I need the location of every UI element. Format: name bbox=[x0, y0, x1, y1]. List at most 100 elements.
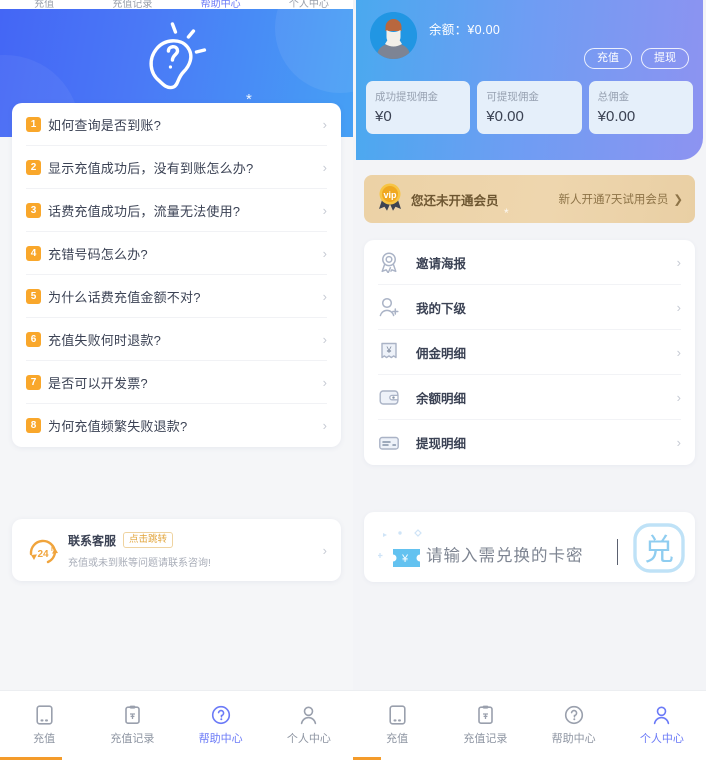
tab-recharge[interactable]: 充值 bbox=[353, 691, 441, 760]
withdraw-card-icon bbox=[378, 432, 404, 454]
chevron-right-icon: › bbox=[676, 344, 681, 360]
card-redeem-input-card[interactable]: ¥ 请输入需兑换的卡密 兑 bbox=[364, 512, 695, 582]
faq-item-3[interactable]: 3 话费充值成功后，流量无法使用? › bbox=[26, 189, 327, 232]
cut-off-top-tabbar: 充值 充值记录 帮助中心 个人中心 bbox=[0, 0, 353, 9]
tab-label: 充值 bbox=[386, 733, 409, 745]
faq-number-badge: 3 bbox=[26, 202, 41, 218]
person-icon bbox=[652, 705, 671, 725]
vip-title: 您还未开通会员 bbox=[411, 193, 499, 208]
contact-service-headline: 联系客服 点击跳转 bbox=[68, 532, 317, 549]
withdraw-button[interactable]: 提现 bbox=[641, 48, 689, 69]
chevron-right-icon: ❯ bbox=[673, 194, 683, 206]
menu-item-my-subordinates[interactable]: 我的下级 › bbox=[378, 285, 681, 330]
chevron-right-icon: › bbox=[676, 254, 681, 270]
contact-service-card[interactable]: 24 h 联系客服 点击跳转 充值或未到账等问题请联系咨询! › bbox=[12, 519, 341, 581]
faq-item-7[interactable]: 7 是否可以开发票? › bbox=[26, 361, 327, 404]
user-center-panel: 余额：¥0.00 充值 提现 成功提现佣金 ¥0 可提现佣金 ¥0.00 总佣金… bbox=[353, 0, 706, 760]
tab-records[interactable]: 充值记录 bbox=[441, 691, 529, 760]
user-hero-info: 余额：¥0.00 充值 提现 bbox=[417, 12, 689, 69]
cut-tab-help[interactable]: 帮助中心 bbox=[177, 0, 265, 9]
cut-tab-records[interactable]: 充值记录 bbox=[88, 0, 176, 9]
tab-recharge[interactable]: 充值 bbox=[0, 691, 88, 760]
faq-list-card: 1 如何查询是否到账? › 2 显示充值成功后，没有到账怎么办? › 3 话费充… bbox=[12, 103, 341, 447]
hero-action-buttons: 充值 提现 bbox=[429, 38, 689, 69]
tab-help-center[interactable]: 帮助中心 bbox=[177, 691, 265, 760]
vip-action[interactable]: 新人开通7天试用会员 ❯ bbox=[558, 191, 683, 207]
faq-number-badge: 8 bbox=[26, 418, 41, 433]
redeem-watermark-icon: 兑 bbox=[631, 520, 687, 581]
menu-item-label: 提现明细 bbox=[416, 437, 467, 451]
faq-question-text: 为何充值频繁失败退款? bbox=[48, 419, 188, 434]
menu-item-commission-detail[interactable]: ¥ 佣金明细 › bbox=[378, 330, 681, 375]
faq-question-text: 话费充值成功后，流量无法使用? bbox=[48, 203, 241, 219]
stat-value: ¥0.00 bbox=[486, 108, 524, 125]
faq-question-text: 如何查询是否到账? bbox=[48, 117, 162, 133]
dual-phone-screenshot: 充值 充值记录 帮助中心 个人中心 * 1 如何查询是否到账? › 2 显示充值… bbox=[0, 0, 706, 760]
chevron-right-icon: › bbox=[322, 245, 327, 261]
stat-total-commission[interactable]: 总佣金 ¥0.00 bbox=[588, 81, 693, 134]
chevron-right-icon: › bbox=[322, 159, 327, 175]
subordinate-user-icon bbox=[378, 296, 404, 318]
stat-available-commission[interactable]: 可提现佣金 ¥0.00 bbox=[477, 81, 582, 134]
faq-number-badge: 1 bbox=[26, 116, 41, 132]
contact-service-badge[interactable]: 点击跳转 bbox=[123, 532, 174, 548]
cut-tab-profile[interactable]: 个人中心 bbox=[265, 0, 353, 9]
contact-service-title: 联系客服 bbox=[68, 533, 117, 548]
faq-question-text: 为什么话费充值金额不对? bbox=[48, 289, 201, 305]
chevron-right-icon: › bbox=[676, 299, 681, 315]
chevron-right-icon: › bbox=[322, 331, 327, 347]
menu-item-balance-detail[interactable]: 余额明细 › bbox=[378, 375, 681, 420]
balance-value: ¥0.00 bbox=[467, 23, 501, 37]
faq-item-1[interactable]: 1 如何查询是否到账? › bbox=[26, 103, 327, 146]
stat-label: 总佣金 bbox=[597, 91, 630, 103]
stat-label: 成功提现佣金 bbox=[375, 91, 438, 103]
faq-question-text: 充值失败何时退款? bbox=[48, 332, 162, 348]
stat-value: ¥0.00 bbox=[597, 108, 636, 125]
stat-label: 可提现佣金 bbox=[486, 91, 539, 103]
text-cursor bbox=[617, 539, 618, 565]
tab-profile[interactable]: 个人中心 bbox=[618, 691, 706, 760]
redeem-watermark-char: 兑 bbox=[644, 534, 674, 567]
tab-records[interactable]: 充值记录 bbox=[88, 691, 176, 760]
svg-text:vip: vip bbox=[383, 190, 397, 200]
vip-upgrade-banner[interactable]: vip 您还未开通会员 新人开通7天试用会员 ❯ * bbox=[364, 175, 695, 223]
stat-value: ¥0 bbox=[375, 108, 392, 125]
menu-item-invite-poster[interactable]: 邀请海报 › bbox=[378, 240, 681, 285]
faq-item-8[interactable]: 8 为何充值频繁失败退款? › bbox=[26, 404, 327, 447]
commission-receipt-icon: ¥ bbox=[378, 341, 404, 363]
tab-label: 个人中心 bbox=[286, 733, 331, 745]
svg-text:¥: ¥ bbox=[385, 345, 392, 355]
svg-text:h: h bbox=[51, 546, 55, 553]
chevron-right-icon: › bbox=[676, 389, 681, 405]
hero-decor-blob-right bbox=[275, 9, 353, 93]
chevron-right-icon: › bbox=[676, 435, 681, 450]
faq-question-text: 是否可以开发票? bbox=[48, 375, 148, 391]
faq-item-4[interactable]: 4 充错号码怎么办? › bbox=[26, 232, 327, 275]
menu-item-withdraw-detail[interactable]: 提现明细 › bbox=[378, 420, 681, 465]
tab-help-center[interactable]: 帮助中心 bbox=[530, 691, 618, 760]
faq-item-5[interactable]: 5 为什么话费充值金额不对? › bbox=[26, 275, 327, 318]
menu-item-label: 邀请海报 bbox=[416, 256, 467, 271]
commission-stats-row: 成功提现佣金 ¥0 可提现佣金 ¥0.00 总佣金 ¥0.00 bbox=[356, 69, 703, 134]
chevron-right-icon: › bbox=[322, 418, 327, 433]
faq-number-badge: 7 bbox=[26, 374, 41, 390]
menu-item-label: 佣金明细 bbox=[416, 346, 467, 361]
help-center-panel: 充值 充值记录 帮助中心 个人中心 * 1 如何查询是否到账? › 2 显示充值… bbox=[0, 0, 353, 760]
cut-tab-recharge[interactable]: 充值 bbox=[0, 0, 88, 9]
contact-service-subtitle: 充值或未到账等问题请联系咨询! bbox=[68, 557, 211, 569]
faq-item-6[interactable]: 6 充值失败何时退款? › bbox=[26, 318, 327, 361]
card-redeem-placeholder: 请输入需兑换的卡密 bbox=[426, 547, 584, 565]
stat-withdrawn-commission[interactable]: 成功提现佣金 ¥0 bbox=[366, 81, 471, 134]
yen-ticket-icon: ¥ bbox=[393, 547, 420, 574]
faq-item-2[interactable]: 2 显示充值成功后，没有到账怎么办? › bbox=[26, 146, 327, 189]
chevron-right-icon: › bbox=[322, 542, 327, 558]
chevron-right-icon: › bbox=[322, 288, 327, 304]
avatar[interactable] bbox=[370, 12, 417, 59]
headset-24h-icon: 24 h bbox=[26, 535, 60, 565]
tab-profile[interactable]: 个人中心 bbox=[265, 691, 353, 760]
bottom-tabbar-right: 充值 充值记录 帮助中心 个人中心 bbox=[353, 690, 706, 760]
help-icon bbox=[211, 705, 231, 725]
chevron-right-icon: › bbox=[322, 374, 327, 390]
tab-label: 帮助中心 bbox=[198, 733, 243, 745]
recharge-button[interactable]: 充值 bbox=[584, 48, 632, 69]
